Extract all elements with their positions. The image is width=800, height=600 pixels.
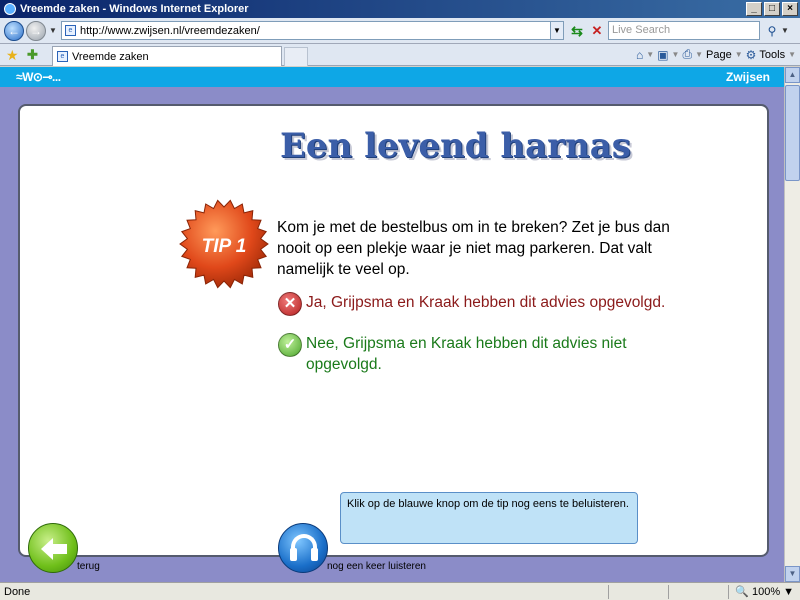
- tab-vreemde-zaken[interactable]: e Vreemde zaken: [52, 46, 282, 66]
- check-icon: ✓: [278, 333, 302, 357]
- forward-arrow-icon: →: [30, 24, 42, 38]
- answer-wrong-label: Ja, Grijpsma en Kraak hebben dit advies …: [306, 294, 666, 311]
- back-arrow-icon: ←: [8, 24, 20, 38]
- listen-again-button[interactable]: [278, 523, 328, 573]
- ie-logo-icon: [4, 3, 16, 15]
- page-title: Een levend harnas: [280, 126, 631, 166]
- refresh-icon[interactable]: ⇆: [568, 22, 586, 40]
- listen-again-label: nog een keer luisteren: [327, 561, 426, 572]
- search-dropdown[interactable]: ▼: [781, 26, 789, 35]
- tools-gear-icon: ⚙: [745, 47, 757, 62]
- vertical-scrollbar[interactable]: ▲ ▼: [784, 67, 800, 582]
- page-icon: e: [57, 51, 68, 62]
- recent-pages-dropdown[interactable]: ▼: [49, 26, 57, 35]
- answer-right-option[interactable]: ✓ Nee, Grijpsma en Kraak hebben dit advi…: [278, 333, 658, 375]
- window-title-bar: Vreemde zaken - Windows Internet Explore…: [0, 0, 800, 18]
- tip-text: Kom je met de bestelbus om in te breken?…: [277, 219, 670, 278]
- tab-toolbar: ★ ✚ e Vreemde zaken ⌂ ▼ ▣ ▼ ⎙ ▼ Page ▼ ⚙ Too…: [0, 44, 800, 66]
- content-card: Een levend harnas TIP 1 Kom je met de be…: [18, 104, 769, 573]
- status-bar: Done 🔍 100% ▼: [0, 582, 800, 600]
- address-bar[interactable]: e http://www.zwijsen.nl/vreemdezaken/ ▼: [61, 21, 564, 40]
- tip-badge-label: TIP 1: [202, 236, 247, 257]
- zoom-level: 100%: [751, 585, 781, 598]
- back-button-label: terug: [77, 561, 100, 572]
- hint-box: Klik op de blauwe knop om de tip nog een…: [340, 492, 638, 544]
- minimize-button[interactable]: _: [746, 2, 762, 16]
- tab-label: Vreemde zaken: [72, 50, 149, 63]
- status-text: Done: [4, 585, 31, 598]
- print-icon[interactable]: ⎙: [682, 47, 692, 62]
- answer-wrong-option[interactable]: ✕ Ja, Grijpsma en Kraak hebben dit advie…: [278, 292, 665, 316]
- tip-badge: TIP 1: [179, 199, 269, 289]
- window-title: Vreemde zaken - Windows Internet Explore…: [20, 3, 249, 15]
- address-dropdown[interactable]: ▼: [550, 22, 563, 39]
- site-header: ≈W⊙⊸... Zwijsen: [0, 67, 784, 87]
- address-toolbar: ← → ▼ e http://www.zwijsen.nl/vreemdezak…: [0, 18, 800, 44]
- tools-menu[interactable]: Tools: [759, 49, 785, 61]
- zoom-control[interactable]: 🔍 100% ▼: [728, 584, 800, 599]
- scroll-thumb[interactable]: [785, 85, 800, 181]
- command-bar: ⌂ ▼ ▣ ▼ ⎙ ▼ Page ▼ ⚙ Tools ▼: [636, 47, 796, 62]
- back-button[interactable]: ←: [4, 21, 24, 41]
- close-window-button[interactable]: ×: [782, 2, 798, 16]
- site-logo[interactable]: ≈W⊙⊸...: [16, 70, 61, 84]
- maximize-button[interactable]: □: [764, 2, 780, 16]
- back-round-button[interactable]: [28, 523, 78, 573]
- page-icon: e: [65, 25, 76, 36]
- add-favorites-icon[interactable]: ✚: [27, 47, 38, 63]
- search-input[interactable]: Live Search: [608, 21, 760, 40]
- feeds-icon[interactable]: ▣: [657, 48, 668, 62]
- search-icon[interactable]: ⚲: [764, 22, 780, 40]
- page-menu[interactable]: Page: [706, 49, 732, 61]
- address-url[interactable]: http://www.zwijsen.nl/vreemdezaken/: [80, 25, 260, 37]
- home-icon[interactable]: ⌂: [636, 48, 643, 62]
- cross-icon: ✕: [278, 292, 302, 316]
- zoom-icon: 🔍: [735, 585, 749, 598]
- site-brand[interactable]: Zwijsen: [726, 70, 770, 84]
- window-controls: _ □ ×: [746, 2, 798, 16]
- new-tab-button[interactable]: [284, 47, 308, 66]
- web-page: ≈W⊙⊸... Zwijsen Een levend harnas TIP 1 …: [0, 67, 784, 582]
- scroll-up-button[interactable]: ▲: [785, 67, 800, 83]
- stop-icon[interactable]: ✕: [588, 22, 606, 40]
- favorites-star-icon[interactable]: ★: [6, 47, 19, 64]
- forward-button[interactable]: →: [26, 21, 46, 41]
- answer-right-label: Nee, Grijpsma en Kraak hebben dit advies…: [306, 335, 627, 373]
- scroll-down-button[interactable]: ▼: [785, 566, 800, 582]
